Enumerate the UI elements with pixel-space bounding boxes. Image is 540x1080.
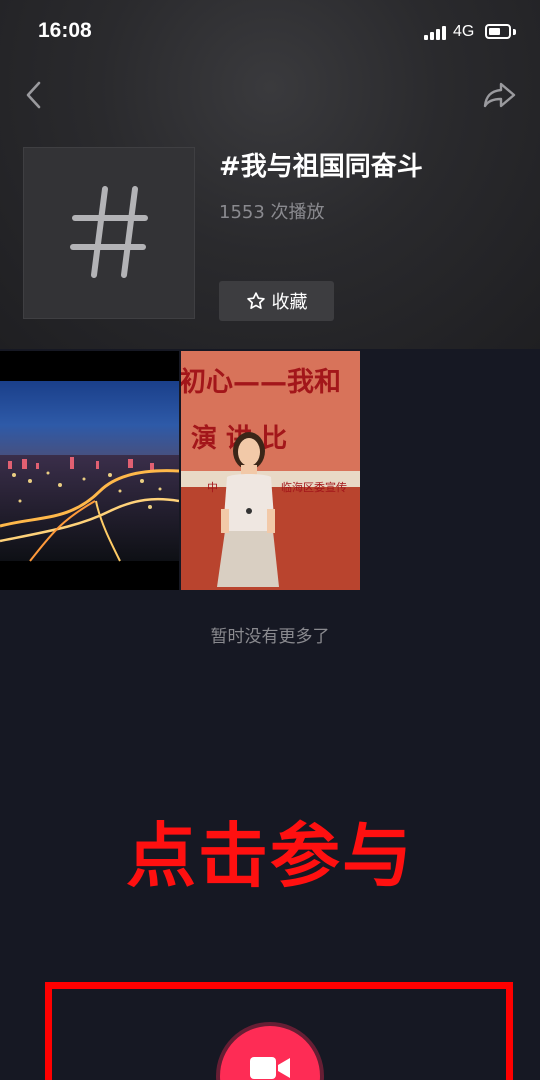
- list-end-text: 暂时没有更多了: [210, 627, 330, 647]
- status-time: 16:08: [38, 19, 92, 42]
- share-arrow-icon: [483, 82, 516, 108]
- share-button[interactable]: [480, 78, 520, 112]
- banner-text-top: 初心——我和: [181, 367, 341, 398]
- topic-page: 16:08 4G #我与祖国同奋斗 1553 次播放 收藏 初心——我和 演 比…: [0, 0, 540, 1080]
- night-city-image: [0, 351, 179, 590]
- hashtag-icon: [70, 186, 148, 278]
- chevron-left-icon: [26, 81, 41, 109]
- favorite-label: 收藏: [271, 292, 308, 313]
- signal-icon: [424, 26, 446, 40]
- video-thumbnail[interactable]: 初心——我和 演 讲 比 中 临海区委宣传: [181, 351, 360, 590]
- battery-icon: [485, 24, 511, 39]
- topic-title: #我与祖国同奋斗: [219, 152, 423, 182]
- video-grid: 初心——我和 演 讲 比 中 临海区委宣传: [0, 351, 540, 591]
- star-outline-icon: [246, 292, 265, 310]
- favorite-button[interactable]: 收藏: [219, 281, 334, 321]
- play-count: 1553 次播放: [219, 202, 325, 223]
- topic-cover: [23, 147, 195, 319]
- battery-level: [489, 28, 500, 35]
- banner-text-sub2: 临海区委宣传: [281, 480, 347, 494]
- video-camera-icon: [250, 1057, 290, 1079]
- speech-contest-image: 初心——我和 演 讲 比 中 临海区委宣传: [181, 351, 360, 590]
- network-type: 4G: [453, 23, 475, 40]
- video-thumbnail[interactable]: [0, 351, 179, 590]
- status-bar: 16:08 4G: [0, 0, 540, 64]
- back-button[interactable]: [18, 78, 52, 112]
- banner-text-sub: 中: [207, 481, 218, 494]
- battery-tip: [513, 29, 516, 35]
- participate-callout: 点击参与: [126, 815, 414, 897]
